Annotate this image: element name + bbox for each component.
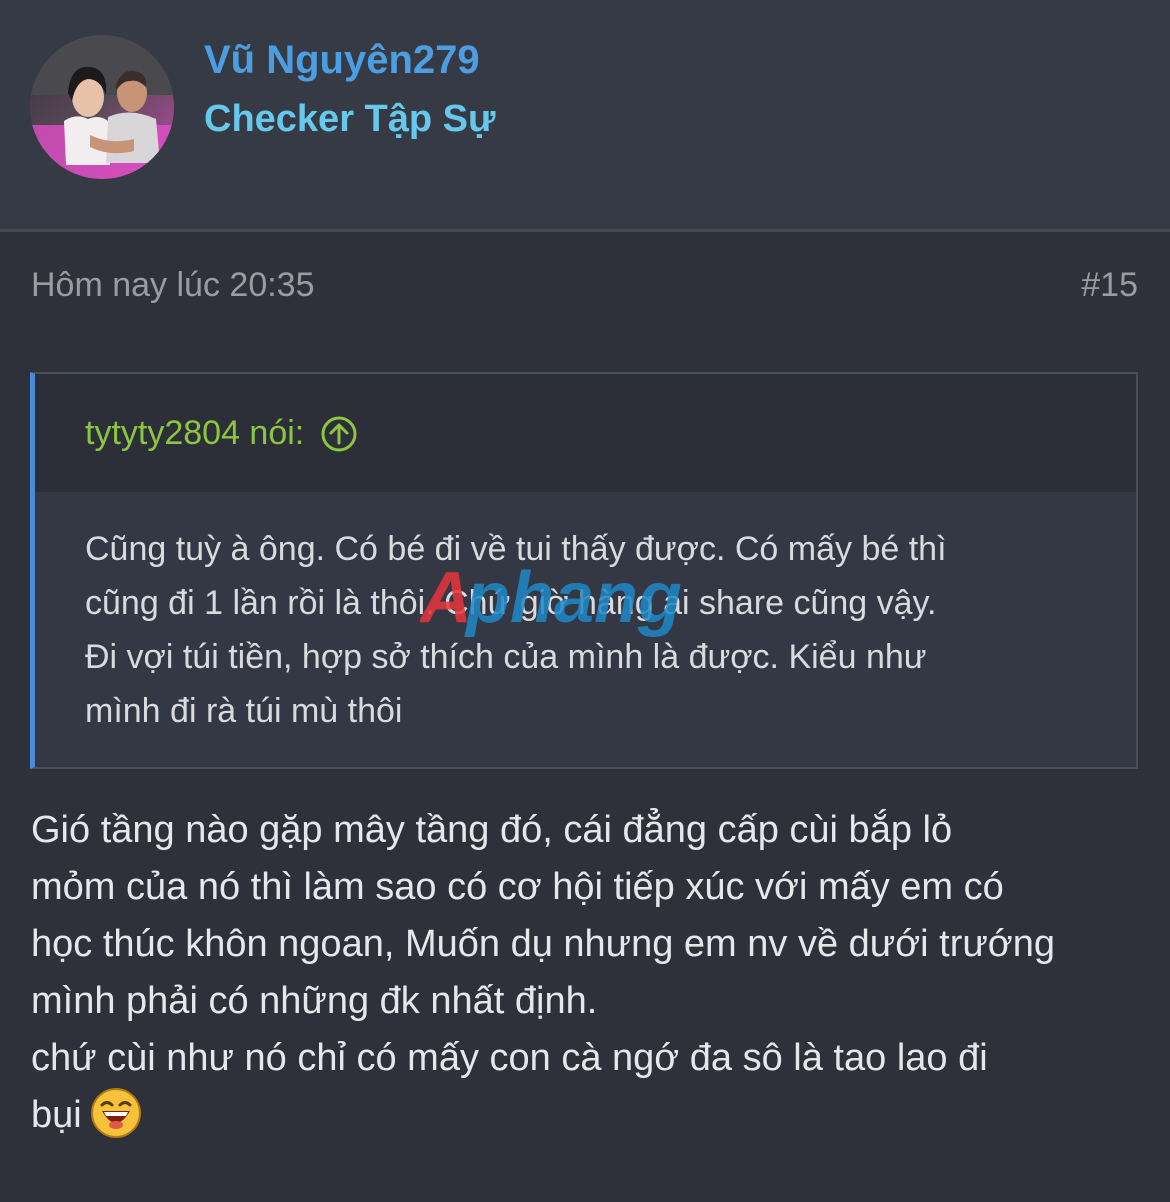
message-line: chứ cùi như nó chỉ có mấy con cà ngớ đa … <box>31 1037 988 1079</box>
post-message: Gió tầng nào gặp mây tầng đó, cái đẳng c… <box>31 802 1151 1144</box>
quote-author-label[interactable]: tytyty2804 nói: <box>85 414 304 453</box>
message-line: mình phải có những đk nhất định. <box>31 980 598 1022</box>
message-line-text: bụi <box>31 1094 82 1136</box>
quote-line: Đi vợi túi tiền, hợp sở thích của mình l… <box>85 638 927 676</box>
quote-line: cũng đi 1 lần rồi là thôi. Chứ giờ hàng … <box>85 584 937 622</box>
user-title: Checker Tập Sự <box>204 98 496 140</box>
message-line-last: bụi <box>31 1087 1151 1144</box>
post-number[interactable]: #15 <box>1081 266 1138 305</box>
quote-line: mình đi rà túi mù thôi <box>85 692 403 730</box>
user-header: Vũ Nguyên279 Checker Tập Sự <box>0 0 1170 232</box>
avatar[interactable] <box>30 35 174 179</box>
quote-block: tytyty2804 nói: Cũng tuỳ à ông. Có bé đi… <box>30 372 1138 769</box>
message-line: học thúc khôn ngoan, Muốn dụ nhưng em nv… <box>31 923 1055 965</box>
quote-header: tytyty2804 nói: <box>35 374 1136 492</box>
message-line: mỏm của nó thì làm sao có cơ hội tiếp xú… <box>31 866 1004 908</box>
quote-author[interactable]: tytyty2804 nói: <box>85 414 358 453</box>
arrow-up-circle-icon[interactable] <box>320 415 358 453</box>
quote-body: Cũng tuỳ à ông. Có bé đi về tui thấy đượ… <box>85 522 1115 738</box>
message-line: Gió tầng nào gặp mây tầng đó, cái đẳng c… <box>31 809 953 851</box>
laughing-emoji-icon <box>90 1087 142 1139</box>
post-timestamp[interactable]: Hôm nay lúc 20:35 <box>31 266 315 305</box>
username[interactable]: Vũ Nguyên279 <box>204 38 480 83</box>
quote-line: Cũng tuỳ à ông. Có bé đi về tui thấy đượ… <box>85 530 947 568</box>
